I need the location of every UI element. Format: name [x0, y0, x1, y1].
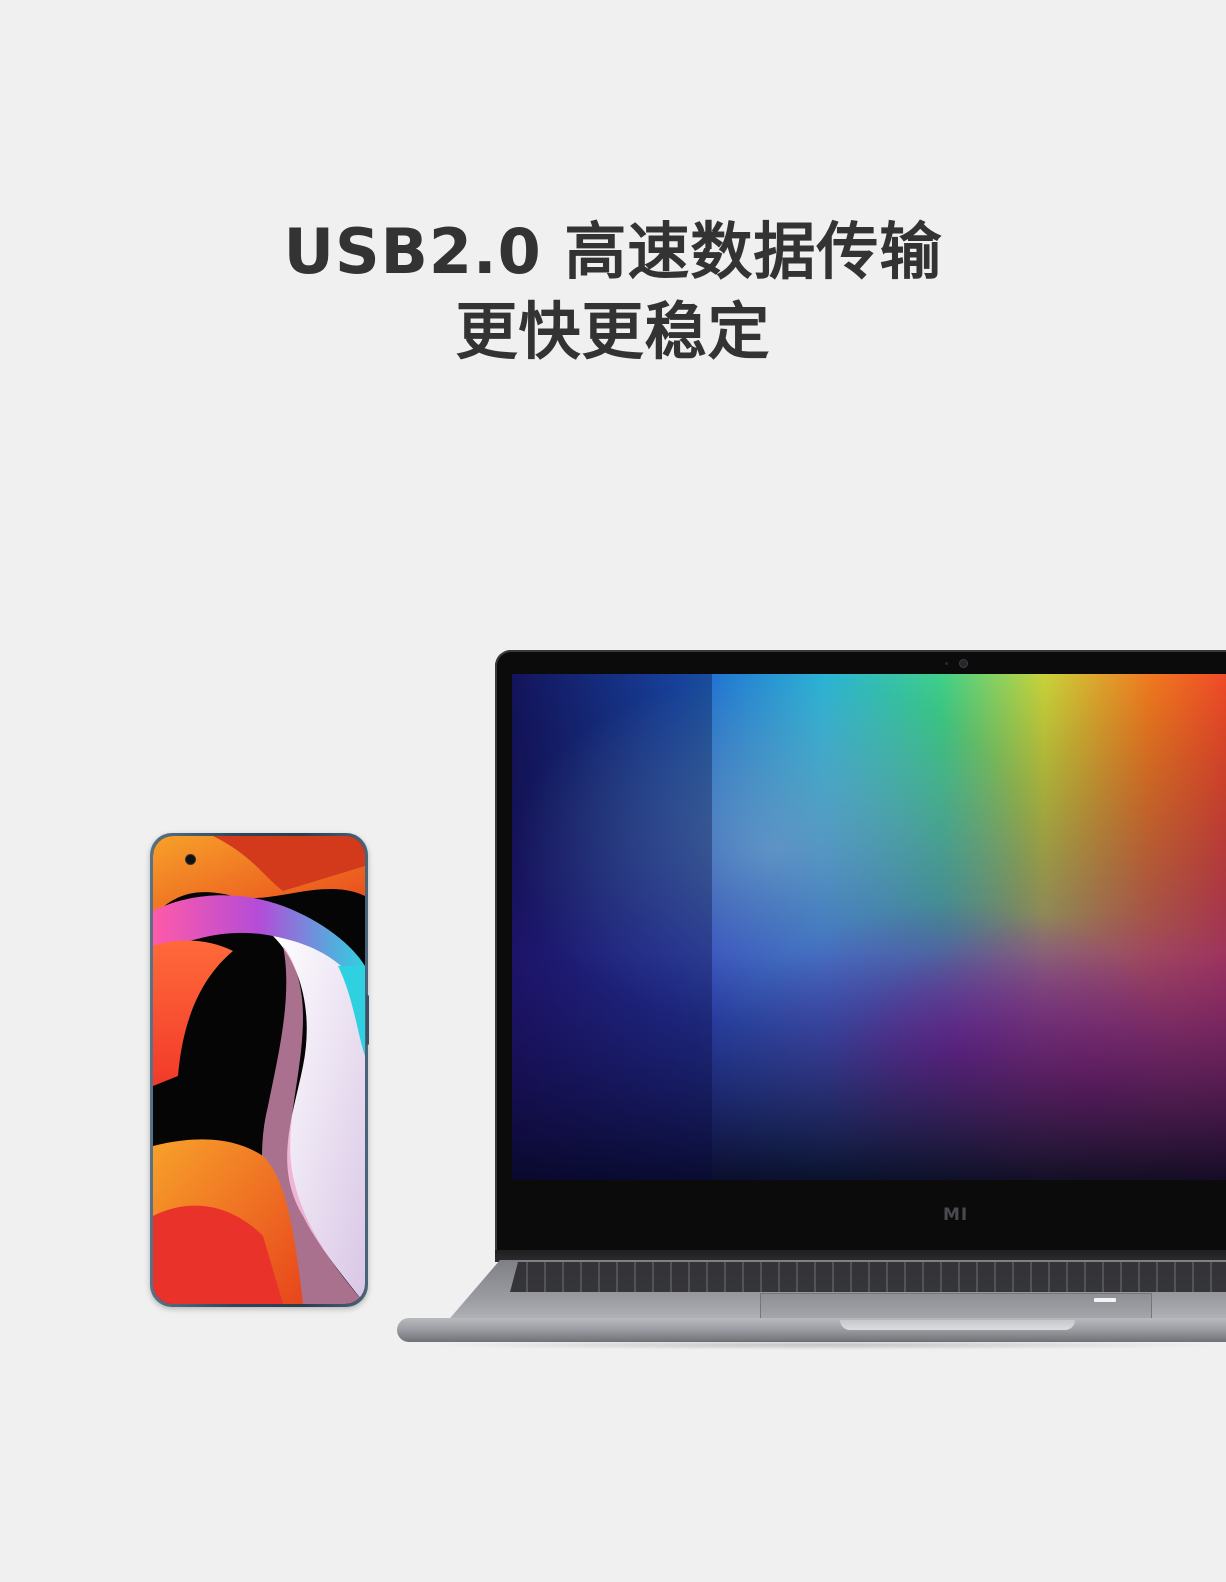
- laptop-brand-logo: MI: [943, 1205, 969, 1225]
- smartphone: [150, 833, 368, 1307]
- headline: USB2.0 高速数据传输 更快更稳定: [0, 212, 1226, 372]
- laptop-indicator-light: [1094, 1298, 1116, 1302]
- laptop-screen-wallpaper: [512, 674, 1226, 1180]
- phone-front-camera-icon: [186, 855, 195, 864]
- laptop-trackpad: [760, 1293, 1152, 1318]
- laptop-base: [397, 1318, 1226, 1342]
- laptop-lid-notch: [840, 1320, 1075, 1330]
- laptop-webcam-icon: [960, 660, 967, 667]
- phone-screen-wallpaper: [153, 836, 365, 1304]
- laptop-shadow: [420, 1340, 1226, 1350]
- headline-line-1: USB2.0 高速数据传输: [283, 215, 943, 288]
- phone-side-button: [366, 995, 369, 1045]
- headline-line-2: 更快更稳定: [455, 295, 771, 368]
- laptop-sensor: [945, 662, 948, 665]
- laptop-keyboard: [510, 1262, 1226, 1292]
